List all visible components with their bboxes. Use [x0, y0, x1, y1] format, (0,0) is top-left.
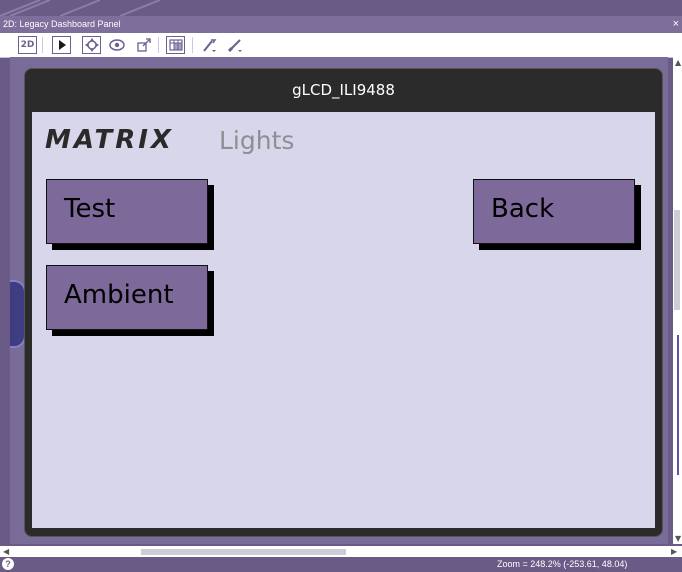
help-icon[interactable]: ?	[2, 558, 14, 570]
back-button[interactable]: Back	[473, 179, 635, 244]
device-title: gLCD_ILI9488	[292, 81, 395, 99]
rotate-icon	[108, 39, 125, 51]
zoom-readout: Zoom = 248.2% (-253.61, 48.04)	[497, 559, 628, 569]
scroll-down-icon[interactable]: ▼	[675, 534, 681, 543]
vertical-scroll-indicator	[677, 335, 679, 475]
close-button[interactable]: ×	[673, 16, 679, 33]
status-bar: ? Zoom = 248.2% (-253.61, 48.04)	[0, 557, 682, 572]
matrix-logo: MATRIX	[45, 125, 174, 155]
brush-button[interactable]	[226, 36, 245, 54]
toolbar: 2D	[0, 33, 682, 58]
horizontal-scroll-thumb[interactable]	[141, 549, 346, 555]
scroll-left-icon[interactable]: ◀	[3, 547, 9, 556]
lcd-screen: MATRIX Lights Test Back Ambient	[32, 112, 655, 528]
move-button[interactable]	[82, 36, 101, 54]
pointer-button[interactable]	[52, 36, 71, 54]
toolbar-separator	[158, 37, 159, 53]
glcd-device: gLCD_ILI9488 MATRIX Lights Test Back Amb…	[24, 68, 663, 537]
move-icon	[84, 38, 99, 52]
screen-title: Lights	[219, 126, 295, 155]
toolbar-separator	[192, 37, 193, 53]
scroll-right-icon[interactable]: ▶	[671, 547, 677, 556]
grid-button[interactable]	[166, 36, 185, 54]
ambient-button[interactable]: Ambient	[46, 265, 208, 330]
toolbar-separator	[42, 37, 43, 53]
panel-canvas[interactable]: gLCD_ILI9488 MATRIX Lights Test Back Amb…	[10, 57, 668, 544]
scale-button[interactable]	[134, 36, 153, 54]
scale-icon	[136, 38, 151, 52]
grid-icon	[168, 39, 183, 51]
scroll-up-icon[interactable]: ▲	[675, 58, 681, 67]
pointer-icon	[58, 40, 66, 50]
panel-title: 2D: Legacy Dashboard Panel	[3, 19, 121, 29]
test-button[interactable]: Test	[46, 179, 208, 244]
wrench-button[interactable]	[200, 36, 219, 54]
background-decoration	[0, 0, 161, 16]
panel-titlebar[interactable]: 2D: Legacy Dashboard Panel ×	[0, 16, 682, 33]
wrench-icon	[202, 39, 216, 52]
rotate-button[interactable]	[107, 36, 126, 54]
vertical-scroll-thumb[interactable]	[674, 210, 680, 310]
mode-2d-button[interactable]: 2D	[18, 36, 37, 54]
brush-icon	[227, 39, 242, 52]
